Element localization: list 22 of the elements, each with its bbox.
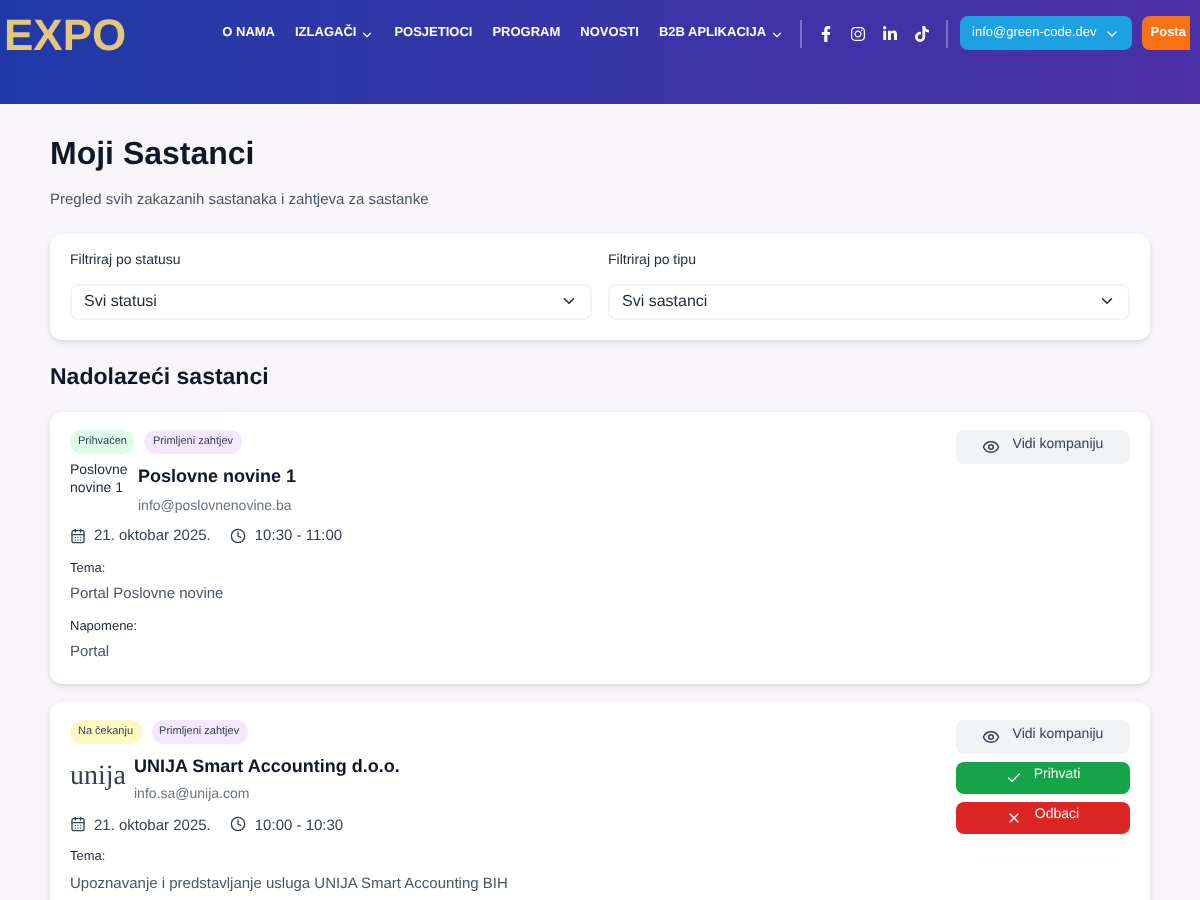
company-logo: unija	[70, 759, 126, 796]
filter-select[interactable]: Svi statusi	[70, 283, 592, 320]
page-title: Moji Sastanci	[50, 136, 257, 176]
tiktok-icon[interactable]	[914, 26, 931, 42]
eye-icon	[982, 727, 1001, 745]
close-icon	[1006, 809, 1023, 825]
expo-logo[interactable]: EXPO	[4, 12, 127, 60]
linkedin-icon[interactable]	[882, 26, 899, 42]
facebook-icon[interactable]	[818, 26, 835, 42]
calendar-icon	[70, 527, 86, 544]
chevron-down-icon	[360, 27, 375, 41]
clock-icon	[230, 816, 247, 833]
chevron-down-icon	[770, 27, 785, 41]
check-icon	[1005, 769, 1022, 785]
calendar-icon	[70, 816, 86, 833]
eye-icon	[982, 438, 1001, 456]
instagram-icon[interactable]	[850, 26, 867, 42]
filter-select[interactable]: Svi sastanci	[608, 283, 1130, 320]
clock-icon	[230, 527, 247, 544]
section-title: Nadolazeći sastanci	[50, 363, 271, 394]
company-name: UNIJA Smart Accounting d.o.o.	[134, 753, 400, 780]
company-name: Poslovne novine 1	[138, 464, 297, 491]
